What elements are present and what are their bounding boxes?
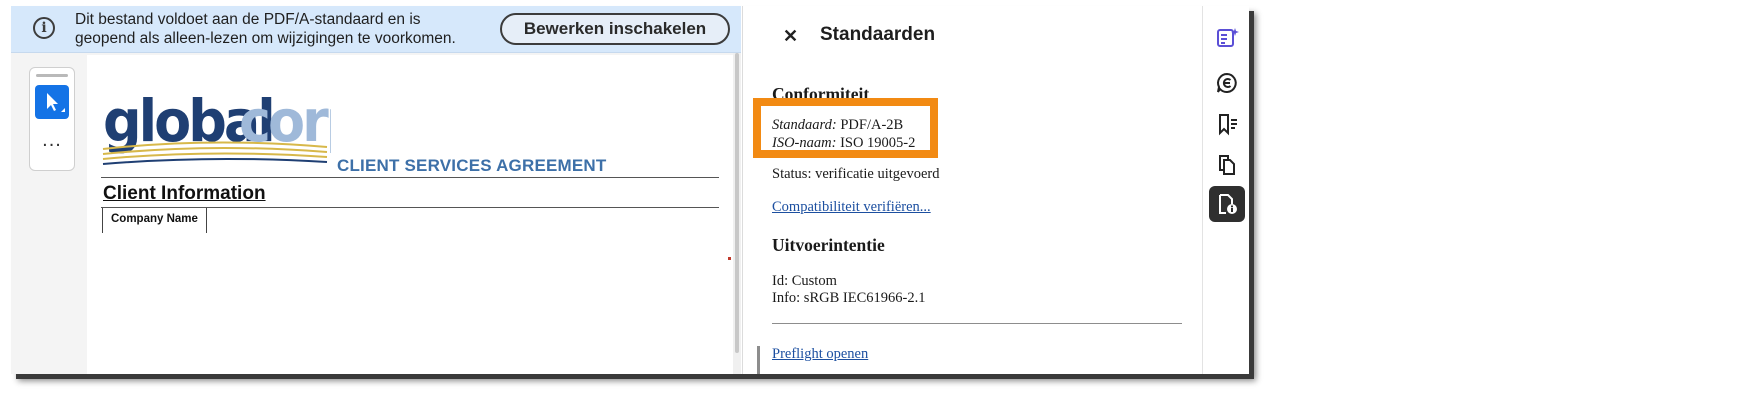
standards-panel: ✕ Standaarden Conformiteit Standaard: PD… [742, 6, 1203, 374]
iso-label: ISO-naam: [772, 135, 837, 151]
marker [728, 257, 731, 260]
agreement-title: CLIENT SERVICES AGREEMENT [337, 156, 607, 175]
standards-button[interactable] [1209, 186, 1245, 222]
standard-value: PDF/A-2B [840, 117, 904, 133]
iso-value: ISO 19005-2 [840, 135, 916, 151]
iso-row: ISO-naam: ISO 19005-2 [772, 135, 915, 152]
right-tool-rail [1202, 6, 1249, 374]
comment-button[interactable] [1209, 65, 1245, 101]
verify-compatibility-link[interactable]: Compatibiliteit verifiëren... [772, 199, 931, 216]
divider [772, 323, 1182, 324]
open-preflight-link[interactable]: Preflight openen [772, 346, 868, 363]
globalcorp-logo: global corp [102, 89, 331, 165]
select-tool-button[interactable] [35, 85, 69, 119]
standards-icon [1219, 194, 1237, 214]
pages-button[interactable] [1209, 146, 1245, 182]
standard-label: Standaard: [772, 117, 837, 133]
info-icon: i [33, 17, 55, 39]
cursor-arrow-icon [47, 93, 65, 112]
company-name-field[interactable]: Company Name [102, 208, 207, 233]
edit-pdf-button[interactable] [1209, 20, 1245, 56]
document-scrollbar[interactable] [733, 53, 741, 374]
standard-row: Standaard: PDF/A-2B [772, 117, 903, 134]
comment-icon [1217, 72, 1237, 93]
pdf-page: global corp CLIENT SERVICES AGREEMENT Cl… [87, 55, 737, 374]
drag-handle[interactable] [36, 74, 68, 77]
divider [101, 177, 719, 178]
bookmarks-button[interactable] [1209, 106, 1245, 142]
panel-scrollbar[interactable] [757, 346, 760, 374]
enable-editing-button[interactable]: Bewerken inschakelen [500, 13, 730, 45]
verification-status: Status: verificatie uitgevoerd [772, 166, 940, 182]
section-heading: Client Information [103, 183, 266, 204]
output-intent-info: Info: sRGB IEC61966-2.1 [772, 290, 926, 306]
edit-pdf-icon [1217, 28, 1239, 47]
pages-icon [1219, 155, 1235, 175]
close-icon[interactable]: ✕ [783, 26, 798, 47]
output-intent-heading: Uitvoerintentie [772, 235, 885, 255]
more-tools-button[interactable]: ... [35, 130, 69, 158]
quick-tools-panel: ... [29, 67, 75, 171]
output-intent-id: Id: Custom [772, 273, 837, 289]
read-only-notification-bar: i Dit bestand voldoet aan de PDF/A-stand… [11, 6, 741, 53]
scrollbar-thumb[interactable] [735, 53, 739, 353]
document-viewer: ... global corp CLIENT SERVICES AGREEMEN… [11, 53, 741, 374]
notification-message: Dit bestand voldoet aan de PDF/A-standaa… [75, 11, 456, 47]
field-label: Company Name [111, 213, 198, 225]
panel-title: Standaarden [820, 24, 936, 45]
app-window: i Dit bestand voldoet aan de PDF/A-stand… [11, 6, 1249, 374]
bookmark-icon [1219, 114, 1237, 136]
